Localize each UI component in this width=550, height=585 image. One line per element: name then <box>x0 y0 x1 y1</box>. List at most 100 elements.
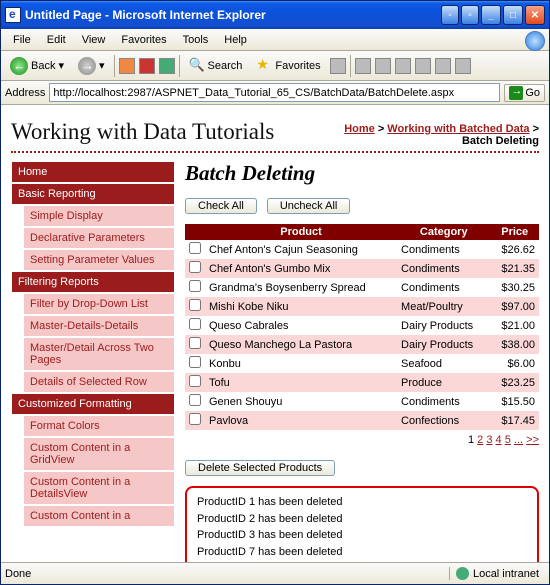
home-icon[interactable] <box>159 58 175 74</box>
pager-5[interactable]: 5 <box>505 434 511 446</box>
row-checkbox[interactable] <box>189 299 201 311</box>
nav-item[interactable]: Custom Content in a GridView <box>23 437 175 471</box>
nav-category[interactable]: Basic Reporting <box>11 183 175 205</box>
nav-item[interactable]: Declarative Parameters <box>23 227 175 249</box>
cell-product: Pavlova <box>205 411 397 430</box>
stop-icon[interactable] <box>119 58 135 74</box>
zone-icon <box>456 567 469 580</box>
go-button[interactable]: Go <box>504 84 545 102</box>
row-checkbox[interactable] <box>189 280 201 292</box>
cell-category: Condiments <box>397 259 490 278</box>
menu-tools[interactable]: Tools <box>175 32 217 48</box>
go-label: Go <box>525 87 540 99</box>
nav-category[interactable]: Customized Formatting <box>11 393 175 415</box>
row-checkbox[interactable] <box>189 375 201 387</box>
cell-price: $17.45 <box>490 411 539 430</box>
cell-price: $23.25 <box>490 373 539 392</box>
discuss-icon[interactable] <box>415 58 431 74</box>
sidebar-nav: HomeBasic ReportingSimple DisplayDeclara… <box>11 161 175 562</box>
nav-item[interactable]: Details of Selected Row <box>23 371 175 393</box>
breadcrumb-home[interactable]: Home <box>344 123 375 135</box>
favorites-button[interactable]: Favorites <box>251 56 325 76</box>
menu-view[interactable]: View <box>74 32 114 48</box>
minimize-button[interactable]: _ <box>481 5 501 25</box>
address-input[interactable] <box>49 83 500 102</box>
cell-product: Chef Anton's Cajun Seasoning <box>205 240 397 259</box>
row-checkbox[interactable] <box>189 394 201 406</box>
nav-item[interactable]: Custom Content in a <box>23 505 175 527</box>
nav-item[interactable]: Master-Details-Details <box>23 315 175 337</box>
table-row: PavlovaConfections$17.45 <box>185 411 539 430</box>
table-row: Grandma's Boysenberry SpreadCondiments$3… <box>185 278 539 297</box>
back-icon <box>10 57 28 75</box>
menu-favorites[interactable]: Favorites <box>113 32 174 48</box>
breadcrumb-section[interactable]: Working with Batched Data <box>387 123 529 135</box>
status-message: ProductID 7 has been deleted <box>197 544 527 561</box>
nav-item[interactable]: Master/Detail Across Two Pages <box>23 337 175 371</box>
refresh-icon[interactable] <box>139 58 155 74</box>
menubar: File Edit View Favorites Tools Help <box>1 29 549 51</box>
nav-item[interactable]: Custom Content in a DetailsView <box>23 471 175 505</box>
table-row: KonbuSeafood$6.00 <box>185 354 539 373</box>
titlebar[interactable]: Untitled Page - Microsoft Internet Explo… <box>1 1 549 29</box>
pager-2[interactable]: 2 <box>477 434 483 446</box>
table-row: Chef Anton's Cajun SeasoningCondiments$2… <box>185 240 539 259</box>
back-label: Back <box>31 60 55 72</box>
nav-item[interactable]: Format Colors <box>23 415 175 437</box>
row-checkbox[interactable] <box>189 318 201 330</box>
forward-button[interactable]: ▾ <box>73 55 110 77</box>
table-row: Queso CabralesDairy Products$21.00 <box>185 316 539 335</box>
row-checkbox[interactable] <box>189 356 201 368</box>
cell-category: Confections <box>397 411 490 430</box>
cell-price: $30.25 <box>490 278 539 297</box>
maximize-button[interactable]: □ <box>503 5 523 25</box>
menu-help[interactable]: Help <box>216 32 255 48</box>
status-text: Done <box>5 568 409 580</box>
research-icon[interactable] <box>435 58 451 74</box>
close-button[interactable]: ✕ <box>525 5 545 25</box>
col-checkbox <box>185 224 205 240</box>
col-price: Price <box>490 224 539 240</box>
ie-icon <box>5 7 21 23</box>
pager-3[interactable]: 3 <box>486 434 492 446</box>
cell-category: Condiments <box>397 392 490 411</box>
pager-dots[interactable]: ... <box>514 434 523 446</box>
edit-icon[interactable] <box>395 58 411 74</box>
statusbar: Done Local intranet <box>1 562 549 584</box>
row-checkbox[interactable] <box>189 337 201 349</box>
favorites-label: Favorites <box>275 60 320 72</box>
nav-item[interactable]: Filter by Drop-Down List <box>23 293 175 315</box>
row-checkbox[interactable] <box>189 261 201 273</box>
restore-extra-button[interactable]: ▫ <box>461 5 479 25</box>
history-icon[interactable] <box>330 58 346 74</box>
window-title: Untitled Page - Microsoft Internet Explo… <box>25 8 441 22</box>
status-message: ProductID 1 has been deleted <box>197 494 527 511</box>
table-row: Chef Anton's Gumbo MixCondiments$21.35 <box>185 259 539 278</box>
status-message: ProductID 8 has been deleted <box>197 560 527 562</box>
check-all-button[interactable]: Check All <box>185 198 257 214</box>
cell-product: Konbu <box>205 354 397 373</box>
menu-edit[interactable]: Edit <box>39 32 74 48</box>
back-button[interactable]: Back ▾ <box>5 55 69 77</box>
cell-price: $97.00 <box>490 297 539 316</box>
delete-selected-button[interactable]: Delete Selected Products <box>185 460 335 476</box>
row-checkbox[interactable] <box>189 242 201 254</box>
mail-icon[interactable] <box>355 58 371 74</box>
uncheck-all-button[interactable]: Uncheck All <box>267 198 350 214</box>
site-title: Working with Data Tutorials <box>11 119 344 145</box>
pager-4[interactable]: 4 <box>496 434 502 446</box>
row-checkbox[interactable] <box>189 413 201 425</box>
pager-next[interactable]: >> <box>526 434 539 446</box>
nav-category[interactable]: Filtering Reports <box>11 271 175 293</box>
help-extra-button[interactable]: ◦ <box>441 5 459 25</box>
nav-item[interactable]: Simple Display <box>23 205 175 227</box>
ie-throbber-icon <box>523 29 545 51</box>
search-button[interactable]: Search <box>184 56 248 76</box>
cell-product: Queso Cabrales <box>205 316 397 335</box>
go-icon <box>509 86 523 100</box>
messenger-icon[interactable] <box>455 58 471 74</box>
nav-item[interactable]: Setting Parameter Values <box>23 249 175 271</box>
menu-file[interactable]: File <box>5 32 39 48</box>
nav-category[interactable]: Home <box>11 161 175 183</box>
print-icon[interactable] <box>375 58 391 74</box>
